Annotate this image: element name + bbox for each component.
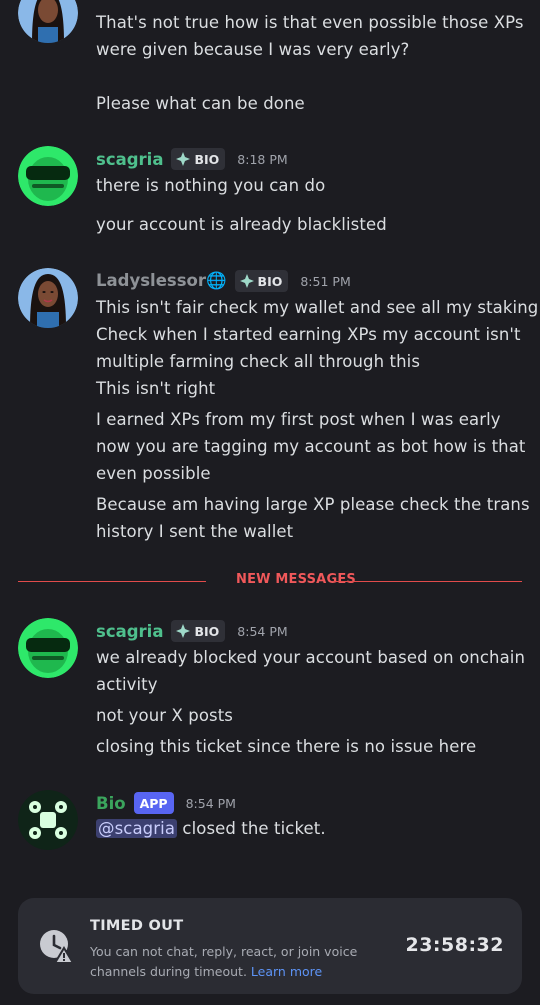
server-tag[interactable]: BIO [234,270,289,292]
timeout-countdown: 23:58:32 [405,934,504,956]
message-line: history I sent the wallet [96,522,294,541]
server-tag-label: BIO [194,151,220,167]
message-line: Because am having large XP please check … [96,495,530,514]
message-line: @scagria closed the ticket. [96,815,326,842]
timestamp: 8:54 PM [237,623,288,639]
message-header: Ladyslessor🌐 BIO 8:51 PM [96,268,351,294]
message-line: multiple farming check all through this [96,352,421,371]
message-line: there is nothing you can do [96,176,326,195]
message-line: closing this ticket since there is no is… [96,737,477,756]
new-messages-label: NEW MESSAGES [236,572,356,587]
avatar-scagria[interactable] [18,618,78,678]
timeout-description: You can not chat, reply, react, or join … [90,942,390,982]
message-line: your account is already blacklisted [96,215,387,234]
user-mention[interactable]: @scagria [96,819,178,838]
divider-line-right [334,581,522,582]
username-ladyslessor[interactable]: Ladyslessor🌐 [96,271,227,291]
timeout-title: TIMED OUT [90,918,184,934]
message-line: activity [96,675,158,694]
message-line: Please what can be done [96,94,305,113]
timeout-banner: TIMED OUT You can not chat, reply, react… [18,898,522,994]
avatar-ladyslessor-top[interactable] [18,0,78,43]
server-tag[interactable]: BIO [171,148,226,170]
server-tag[interactable]: BIO [171,620,226,642]
new-messages-divider: NEW MESSAGES [18,571,522,591]
message-line: Check when I started earning XPs my acco… [96,325,521,344]
username-bio[interactable]: Bio [96,794,126,813]
avatar-ladyslessor[interactable] [18,268,78,328]
diamond-icon [239,274,254,288]
clock-warning-icon [40,930,74,964]
message-header: scagria BIO 8:18 PM [96,146,288,172]
message-line: we already blocked your account based on… [96,648,526,667]
server-tag-label: BIO [194,623,220,639]
app-badge: APP [133,792,174,814]
diamond-icon [176,624,191,638]
message-line: That's not true how is that even possibl… [96,13,524,32]
avatar-bio[interactable] [18,790,78,850]
timestamp: 8:51 PM [300,273,351,289]
avatar-scagria[interactable] [18,146,78,206]
message-header: Bio APP 8:54 PM [96,790,236,816]
timestamp: 8:18 PM [237,151,288,167]
username-scagria[interactable]: scagria [96,622,163,641]
divider-line-left [18,581,206,582]
message-line: were given because I was very early? [96,40,410,59]
message-line: I earned XPs from my first post when I w… [96,410,501,429]
message-line: now you are tagging my account as bot ho… [96,437,526,456]
message-line: This isn't fair check my wallet and see … [96,298,539,317]
message-line: even possible [96,464,211,483]
message-header: scagria BIO 8:54 PM [96,618,288,644]
message-line: This isn't right [96,379,216,398]
learn-more-link[interactable]: Learn more [251,964,322,979]
server-tag-label: BIO [257,273,283,289]
message-line: not your X posts [96,706,233,725]
system-text: closed the ticket. [177,819,326,838]
diamond-icon [176,152,191,166]
username-scagria[interactable]: scagria [96,150,163,169]
chat-view: That's not true how is that even possibl… [0,0,540,1005]
timestamp: 8:54 PM [185,795,236,811]
